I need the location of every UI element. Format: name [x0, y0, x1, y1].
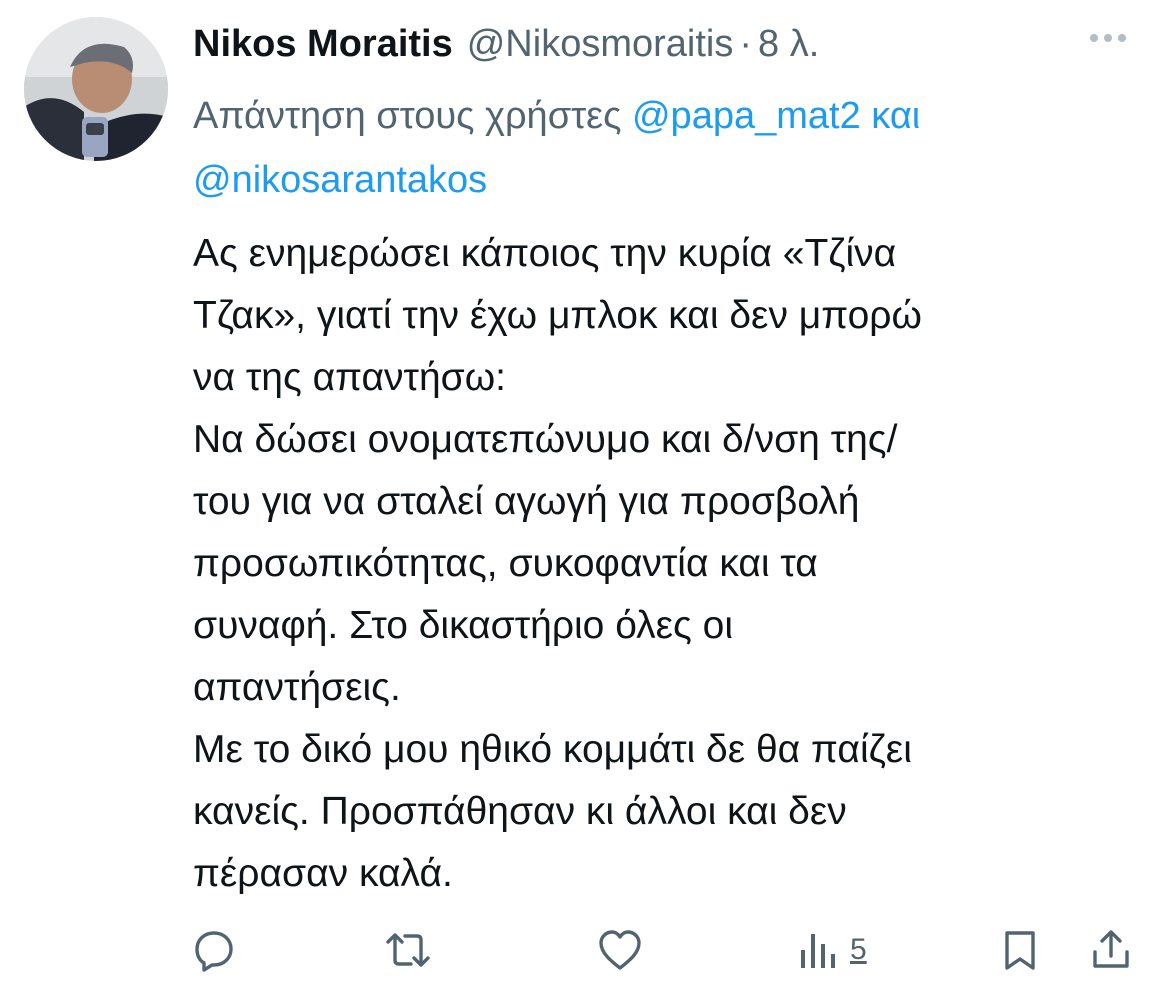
tweet-text-line: Να δώσει ονοματεπώνυμο και δ/νση της/	[193, 418, 898, 461]
reply-context: Απάντηση στους χρήστες @papa_mat2 και @n…	[193, 84, 1133, 212]
reply-conjunction: και	[871, 95, 921, 137]
tweet-text-line: απαντήσεις.	[193, 666, 401, 709]
user-handle[interactable]: @Nikosmoraitis	[467, 23, 734, 66]
analytics-icon	[801, 934, 835, 968]
views-button[interactable]: 5	[798, 928, 867, 972]
avatar-photo	[24, 17, 168, 161]
more-options-icon[interactable]	[1090, 34, 1126, 42]
tweet-text-line: κανείς. Προσπάθησαν κι άλλοι και δεν	[193, 790, 847, 833]
tweet-text-line: πέρασαν καλά.	[193, 852, 453, 895]
reply-mention-link[interactable]: @papa_mat2	[632, 95, 861, 137]
like-button[interactable]	[597, 928, 643, 972]
tweet-text-line: Με το δικό μου ηθικό κομμάτι δε θα παίζε…	[193, 728, 912, 771]
reply-icon	[195, 931, 233, 972]
share-button[interactable]	[1090, 928, 1132, 972]
reply-mention-link[interactable]: @nikosarantakos	[193, 159, 487, 201]
bookmark-icon	[1005, 931, 1035, 970]
tweet-text-line: προσωπικότητας, συκοφαντία και τα	[193, 542, 818, 585]
timestamp[interactable]: 8 λ.	[758, 23, 819, 66]
tweet-text: Ας ενημερώσει κάποιος την κυρία «Τζίνα Τ…	[193, 223, 1123, 905]
bookmark-button[interactable]	[1000, 928, 1040, 972]
tweet-header: Nikos Moraitis @Nikosmoraitis · 8 λ.	[193, 16, 819, 72]
tweet-text-line: Ας ενημερώσει κάποιος την κυρία «Τζίνα	[193, 232, 897, 275]
reply-button[interactable]	[192, 928, 236, 972]
share-icon	[1093, 930, 1129, 968]
retweet-icon	[386, 933, 430, 967]
tweet-text-line: Τζακ», γιατί την έχω μπλοκ και δεν μπορώ	[193, 294, 922, 337]
retweet-button[interactable]	[384, 928, 432, 972]
display-name[interactable]: Nikos Moraitis	[193, 23, 453, 66]
avatar[interactable]	[24, 17, 168, 161]
action-bar: 5	[0, 920, 1170, 980]
heart-icon	[599, 930, 641, 970]
separator-dot: ·	[739, 22, 753, 65]
tweet-text-line: συναφή. Στο δικαστήριο όλες οι	[193, 604, 734, 647]
views-count: 5	[850, 933, 867, 966]
reply-prefix: Απάντηση στους χρήστες	[193, 95, 622, 137]
tweet-text-line: να της απαντήσω:	[193, 356, 507, 399]
tweet-text-line: του για να σταλεί αγωγή για προσβολή	[193, 480, 860, 523]
